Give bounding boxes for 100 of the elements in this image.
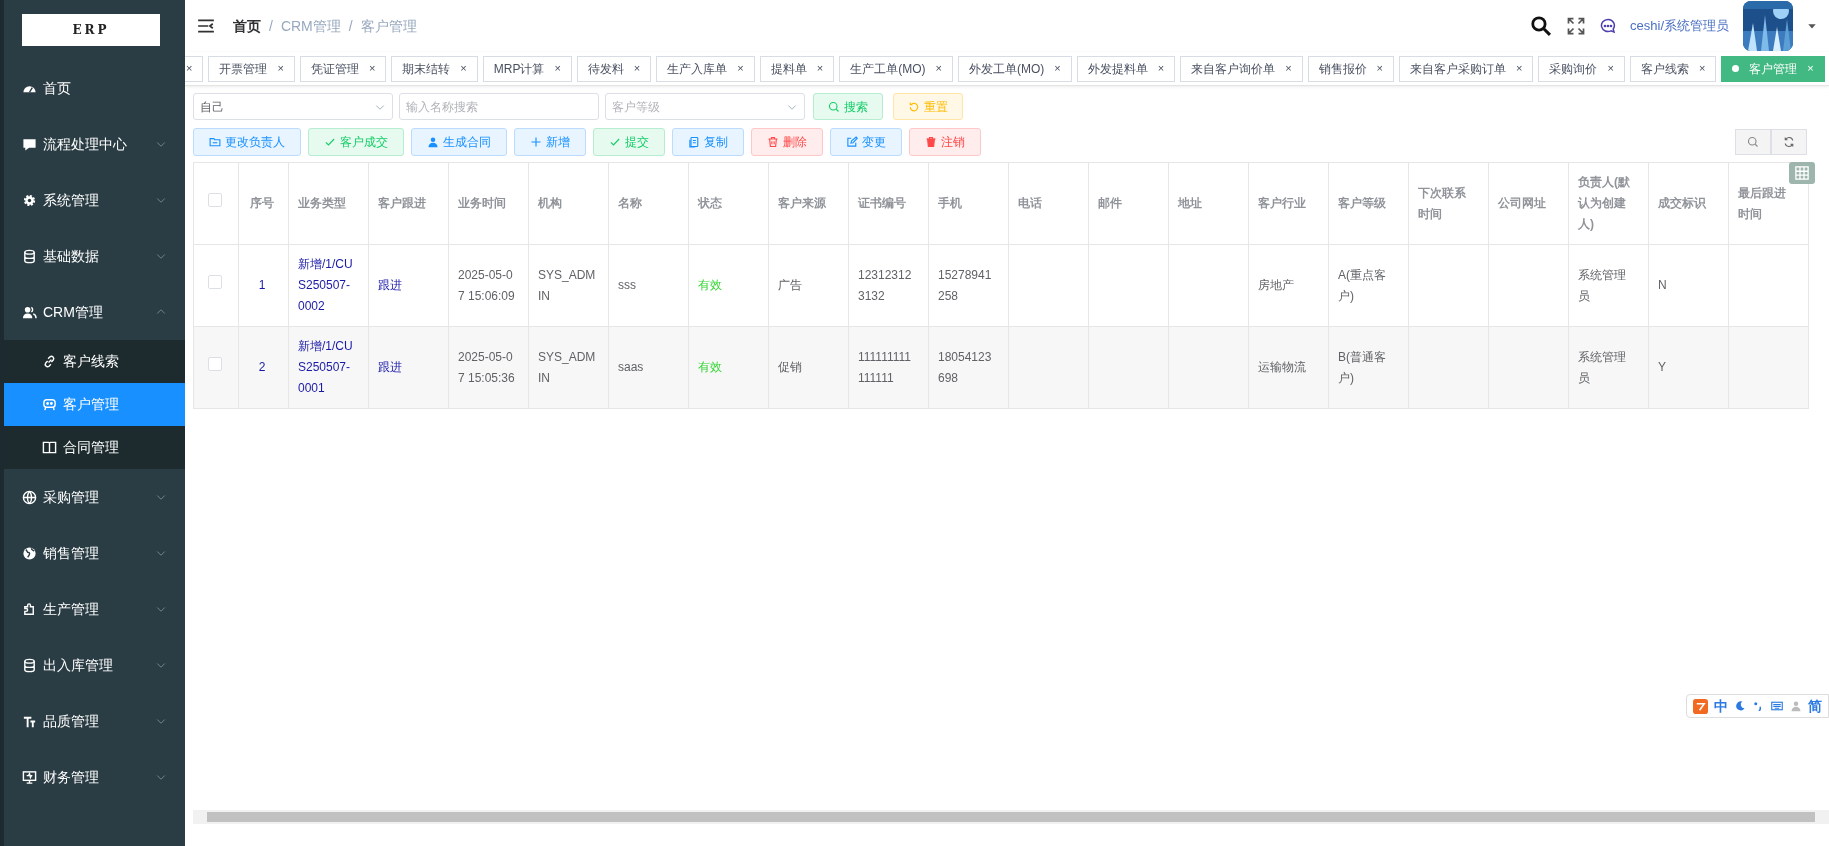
sidebar-item[interactable]: 基础数据 (4, 228, 185, 284)
sidebar-subitem[interactable]: 客户线索 (4, 340, 185, 383)
name-search-field[interactable]: 输入名称搜索 (399, 93, 599, 120)
table-cell-text: 15278941258 (938, 266, 993, 305)
tab[interactable]: × (185, 55, 204, 82)
ime-toolbar[interactable]: 中 简 (1686, 694, 1829, 718)
table-link[interactable]: 跟进 (378, 357, 436, 378)
horizontal-scrollbar[interactable] (193, 810, 1829, 824)
table-cell-text: sss (618, 277, 637, 294)
tab[interactable]: 外发工单(MO) × (957, 55, 1072, 82)
close-icon[interactable]: × (186, 60, 193, 77)
column-header: 名称 (608, 162, 689, 245)
columns-button[interactable] (1789, 162, 1815, 184)
column-header: 序号 (238, 162, 289, 245)
table-link[interactable]: 跟进 (378, 275, 436, 296)
grid-icon (1794, 166, 1810, 180)
user-icon (427, 136, 439, 148)
column-header: 状态 (688, 162, 769, 245)
table-cell-text: N (1658, 277, 1668, 294)
table-cell-text: 系统管理员 (1578, 348, 1627, 387)
tab[interactable]: 生产入库单 × (656, 55, 755, 82)
sidebar-item[interactable]: 出入库管理 (4, 637, 185, 693)
tab[interactable]: 客户线索 × (1629, 55, 1717, 82)
tab[interactable]: 采购询价 × (1538, 55, 1625, 82)
ime-mode[interactable]: 中 (1714, 695, 1728, 717)
book-icon (42, 440, 57, 455)
check-icon (609, 136, 621, 148)
link-icon (42, 354, 57, 369)
checkbox[interactable] (207, 357, 222, 371)
sidebar-item[interactable]: 财务管理 (4, 749, 185, 805)
column-header: 手机 (928, 162, 1009, 245)
close-icon[interactable]: × (737, 60, 744, 77)
close-icon[interactable]: × (1054, 60, 1061, 77)
menu-icon (197, 17, 215, 35)
close-icon[interactable]: × (460, 60, 467, 77)
column-header: 客户等级 (1328, 162, 1409, 245)
table-cell-text: 2025-05-07 15:06:09 (458, 266, 516, 305)
column-header: 业务时间 (448, 162, 529, 245)
close-icon[interactable]: × (1607, 60, 1614, 77)
breadcrumb-separator: / (348, 16, 353, 36)
close-icon[interactable]: × (1376, 60, 1383, 77)
table-cell-text: 运输物流 (1258, 359, 1307, 376)
speech-bubble-icon (22, 136, 37, 152)
sidebar-subitem[interactable]: 合同管理 (4, 426, 185, 469)
tab[interactable]: 生产工单(MO) × (839, 55, 953, 82)
column-header: 电话 (1008, 162, 1089, 245)
checkbox[interactable] (207, 275, 222, 289)
close-icon[interactable]: × (935, 60, 942, 77)
table-cell-text: A(重点客户) (1338, 266, 1387, 305)
column-header: 客户行业 (1248, 162, 1329, 245)
table-cell-text: 111111111111111 (858, 348, 912, 387)
close-icon[interactable]: × (554, 60, 561, 77)
logo: ERP (22, 14, 160, 46)
sidebar-item[interactable]: 系统管理 (4, 172, 185, 228)
close-icon[interactable]: × (1285, 60, 1292, 77)
close-icon[interactable]: × (1516, 60, 1523, 77)
sidebar-item[interactable]: CRM管理 (4, 284, 185, 340)
close-icon[interactable]: × (1157, 60, 1165, 77)
sidebar-item[interactable]: 品质管理 (4, 693, 185, 749)
tab[interactable]: 开票管理 × (208, 55, 295, 82)
refresh-icon (1783, 136, 1795, 148)
tab[interactable]: 来自客户采购订单 × (1399, 55, 1534, 82)
fullscreen-icon (1566, 16, 1587, 36)
close-icon[interactable]: × (816, 60, 824, 77)
globe-icon (22, 545, 37, 561)
owner-select[interactable]: 自己 (193, 93, 393, 120)
table-cell-text: Y (1658, 359, 1667, 376)
table-cell-text: 有效 (698, 277, 723, 294)
sidebar-item[interactable]: 流程处理中心 (4, 116, 185, 172)
close-icon[interactable]: × (633, 60, 641, 77)
close-icon[interactable]: × (368, 60, 376, 77)
person-icon (1790, 700, 1802, 712)
checkbox[interactable] (207, 193, 222, 207)
column-header: 客户跟进 (368, 162, 449, 245)
tab[interactable]: MRP计算 × (482, 55, 572, 82)
tab[interactable]: 期末结转 × (391, 55, 478, 82)
user-name[interactable]: ceshi/系统管理员 (1630, 16, 1729, 36)
tab[interactable]: 提料单 × (759, 55, 835, 82)
tab[interactable]: 待发料 × (576, 55, 652, 82)
puzzle-icon (22, 601, 37, 617)
sidebar-item[interactable]: 采购管理 (4, 469, 185, 525)
tab[interactable]: 外发提料单 × (1076, 55, 1176, 82)
refresh-button[interactable] (1771, 129, 1807, 155)
sidebar-item[interactable]: 生产管理 (4, 581, 185, 637)
table-cell-text: 促销 (778, 359, 803, 376)
close-icon[interactable]: × (277, 60, 284, 77)
tab[interactable]: 凭证管理 × (299, 55, 387, 82)
search-icon (1530, 15, 1553, 37)
refresh-icon (908, 100, 920, 113)
search-toggle-button[interactable] (1735, 129, 1771, 155)
trash-icon (767, 136, 779, 148)
punctuation-icon (1752, 700, 1764, 712)
sidebar-item[interactable]: 销售管理 (4, 525, 185, 581)
table-cell-text: 123123123132 (858, 266, 913, 305)
ime-script[interactable]: 简 (1808, 695, 1822, 717)
column-header: 下次联系时间 (1408, 162, 1489, 245)
tab[interactable]: 销售报价 × (1307, 55, 1394, 82)
tab[interactable]: 来自客户询价单 × (1180, 55, 1303, 82)
close-icon[interactable]: × (1698, 60, 1706, 77)
sidebar-item[interactable]: 首页 (4, 60, 185, 116)
